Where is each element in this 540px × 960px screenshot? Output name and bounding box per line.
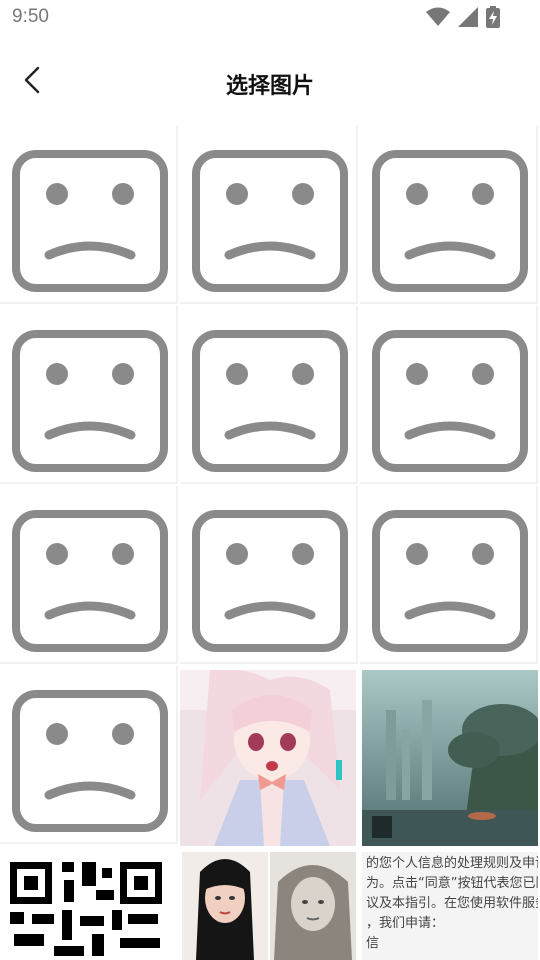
- image-thumbnail-portraits[interactable]: [182, 852, 356, 960]
- sad-face-icon: [372, 150, 528, 292]
- image-placeholder-broken[interactable]: [180, 306, 358, 484]
- sad-face-icon: [12, 510, 168, 652]
- sad-face-icon: [192, 330, 348, 472]
- doc-line: 信: [366, 936, 380, 951]
- anime-character-image: [180, 670, 356, 846]
- battery-charging-icon: [486, 6, 500, 32]
- sad-face-icon: [12, 330, 168, 472]
- doc-line: 的您个人信息的处理规则及申请: [366, 856, 538, 871]
- image-thumbnail-forest[interactable]: [362, 670, 538, 846]
- sad-face-icon: [192, 510, 348, 652]
- image-placeholder-broken[interactable]: [0, 666, 178, 844]
- image-placeholder-broken[interactable]: [0, 126, 178, 304]
- signal-icon: [458, 7, 478, 31]
- image-placeholder-broken[interactable]: [180, 126, 358, 304]
- image-thumbnail-document[interactable]: 的您个人信息的处理规则及申请 为。点击“同意”按钮代表您已同 议及本指引。在您使…: [362, 852, 538, 960]
- page-title: 选择图片: [225, 74, 314, 99]
- image-placeholder-broken[interactable]: [0, 486, 178, 664]
- portraits-image: [182, 852, 356, 960]
- image-thumbnail-qr[interactable]: [0, 850, 178, 960]
- sad-face-icon: [12, 150, 168, 292]
- status-icons: [426, 6, 500, 32]
- doc-line: 为。点击“同意”按钮代表您已同: [366, 876, 538, 891]
- sad-face-icon: [372, 510, 528, 652]
- qr-code-image: [0, 850, 178, 960]
- doc-line: 议及本指引。在您使用软件服务: [366, 896, 538, 911]
- status-bar: 9:50: [0, 0, 540, 36]
- image-placeholder-broken[interactable]: [0, 306, 178, 484]
- forest-scene-image: [362, 670, 538, 846]
- sad-face-icon: [372, 330, 528, 472]
- image-placeholder-broken[interactable]: [180, 486, 358, 664]
- doc-line: ，我们申请：: [366, 916, 445, 931]
- image-placeholder-broken[interactable]: [360, 126, 538, 304]
- document-text: 的您个人信息的处理规则及申请 为。点击“同意”按钮代表您已同 议及本指引。在您使…: [366, 854, 538, 954]
- sad-face-icon: [12, 690, 168, 832]
- image-thumbnail-anime[interactable]: [180, 670, 356, 846]
- sad-face-icon: [192, 150, 348, 292]
- app-bar: 选择图片: [0, 36, 540, 126]
- image-placeholder-broken[interactable]: [360, 486, 538, 664]
- status-time: 9:50: [12, 6, 49, 27]
- image-grid: 的您个人信息的处理规则及申请 为。点击“同意”按钮代表您已同 议及本指引。在您使…: [0, 126, 540, 960]
- image-placeholder-broken[interactable]: [360, 306, 538, 484]
- wifi-icon: [426, 7, 450, 31]
